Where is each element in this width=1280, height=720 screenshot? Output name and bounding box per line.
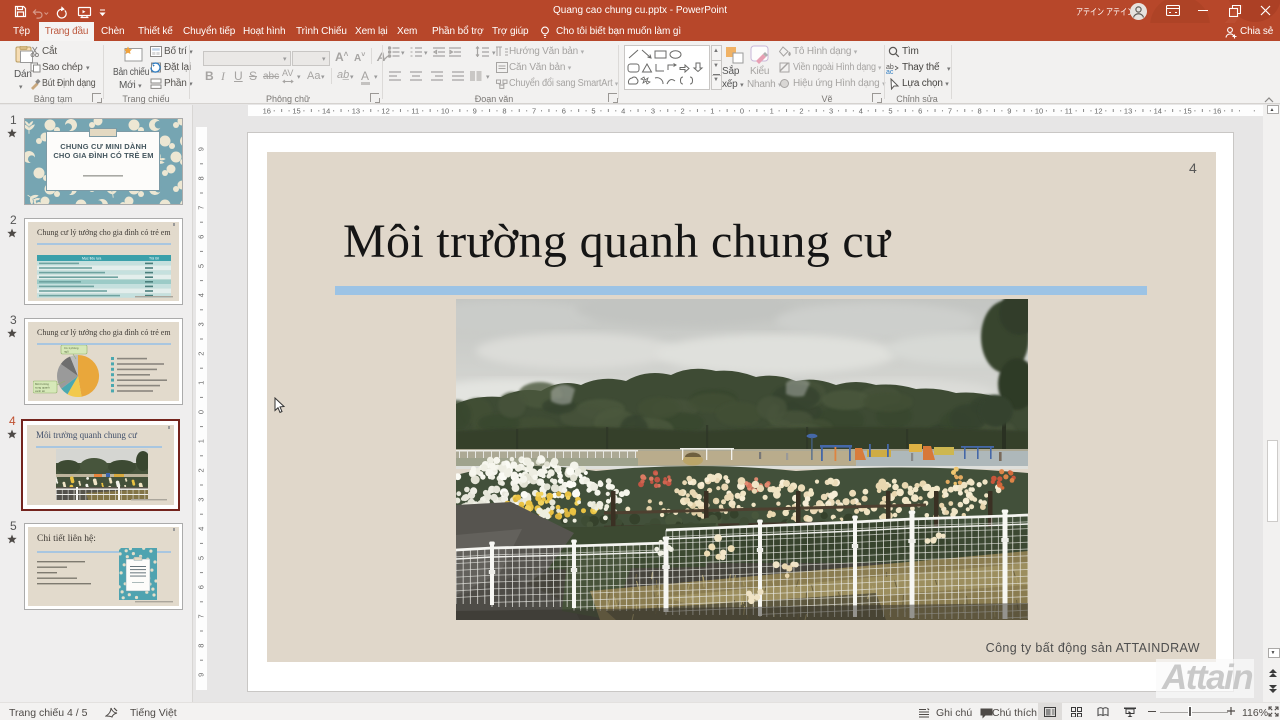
svg-text:13: 13 [1124,107,1132,116]
svg-text:8: 8 [502,107,506,116]
svg-text:9: 9 [196,673,205,677]
svg-text:14: 14 [322,107,330,116]
svg-text:Mục tiêu lựa: Mục tiêu lựa [82,257,101,261]
svg-text:7: 7 [196,614,205,618]
svg-text:10: 10 [1035,107,1043,116]
svg-text:0: 0 [196,410,205,414]
svg-text:9: 9 [1007,107,1011,116]
svg-text:8: 8 [978,107,982,116]
svg-text:1: 1 [710,107,714,116]
svg-text:ac: ac [886,69,894,74]
svg-text:3: 3 [829,107,833,116]
svg-text:7: 7 [196,206,205,210]
svg-text:9: 9 [196,147,205,151]
svg-text:7: 7 [532,107,536,116]
svg-text:2: 2 [196,468,205,472]
svg-text:3: 3 [196,498,205,502]
svg-text:6: 6 [562,107,566,116]
svg-text:5: 5 [196,264,205,268]
svg-text:4: 4 [196,527,205,531]
svg-text:2: 2 [799,107,803,116]
svg-text:Trả lời: Trả lời [149,257,159,261]
svg-text:5: 5 [196,556,205,560]
svg-text:ngủ: ngủ [64,350,69,354]
svg-text:3: 3 [196,322,205,326]
svg-text:7: 7 [948,107,952,116]
svg-text:9: 9 [473,107,477,116]
svg-text:6: 6 [196,585,205,589]
svg-text:6: 6 [918,107,922,116]
svg-text:2: 2 [681,107,685,116]
svg-text:8: 8 [196,644,205,648]
svg-text:13: 13 [352,107,360,116]
svg-text:2: 2 [196,352,205,356]
svg-text:11: 11 [411,107,419,116]
svg-text:14: 14 [1154,107,1162,116]
svg-text:15: 15 [292,107,300,116]
svg-text:12: 12 [1094,107,1102,116]
svg-text:11: 11 [1065,107,1073,116]
svg-text:1: 1 [196,381,205,385]
svg-text:6: 6 [196,235,205,239]
svg-text:5: 5 [888,107,892,116]
svg-text:4: 4 [859,107,863,116]
svg-text:4: 4 [621,107,625,116]
svg-text:0: 0 [740,107,744,116]
svg-text:8: 8 [196,176,205,180]
svg-text:5: 5 [591,107,595,116]
svg-text:15: 15 [1183,107,1191,116]
svg-text:1: 1 [770,107,774,116]
svg-text:10: 10 [441,107,449,116]
svg-text:3: 3 [651,107,655,116]
svg-text:16: 16 [263,107,271,116]
svg-text:xanh sẽ: xanh sẽ [35,389,45,393]
svg-text:4: 4 [196,293,205,297]
svg-text:16: 16 [1213,107,1221,116]
svg-text:12: 12 [381,107,389,116]
svg-text:1: 1 [196,439,205,443]
